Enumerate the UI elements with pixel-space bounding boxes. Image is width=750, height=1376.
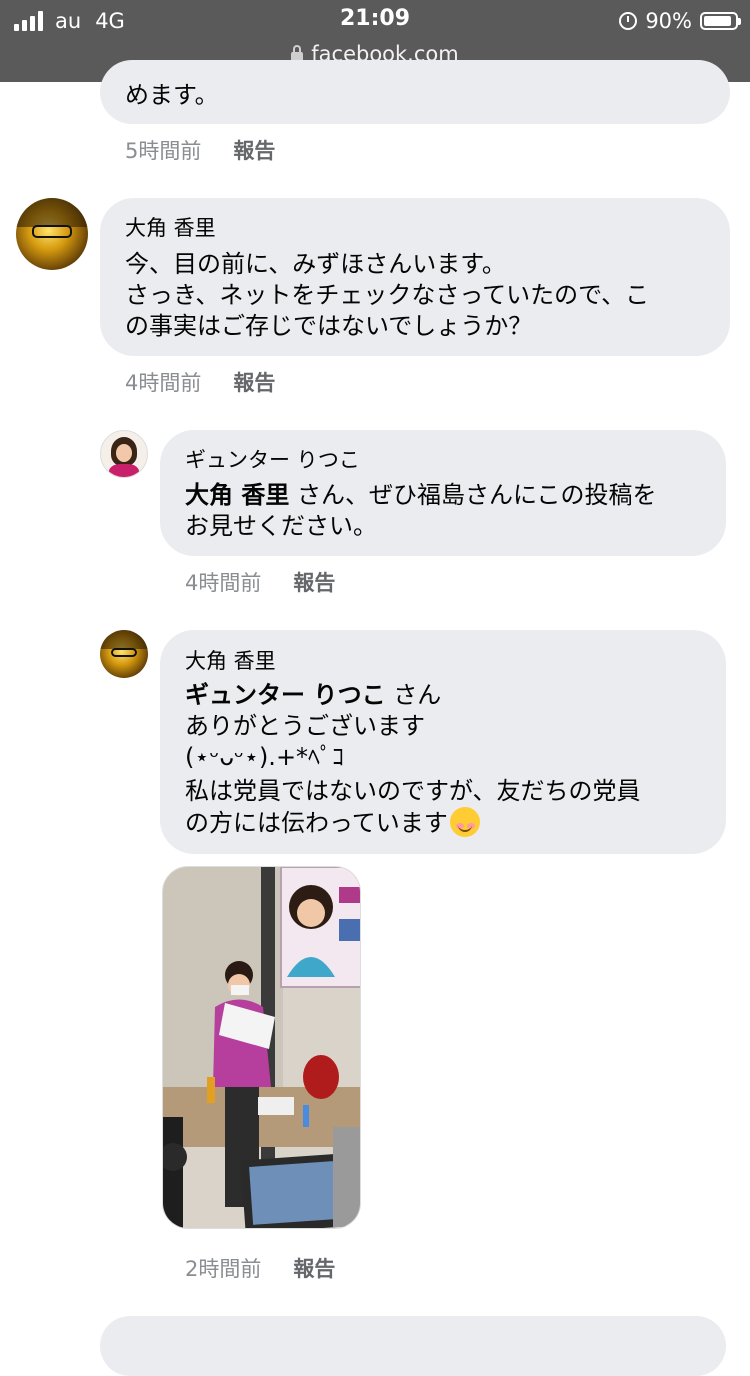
- comment-text-line: お見せください。: [185, 512, 377, 540]
- comment-text: の方には伝わっています: [185, 809, 448, 837]
- avatar[interactable]: [100, 430, 148, 478]
- comment-bubble: [100, 1316, 726, 1376]
- comment-text-line: 私は党員ではないのですが、友だちの党員: [185, 777, 641, 805]
- comment-text-line: 今、目の前に、みずほさんいます。: [125, 250, 506, 278]
- report-button[interactable]: 報告: [233, 371, 275, 395]
- comment-text-line: (⋆ᵕᴗᵕ⋆).+*ﾍﾟｺ: [185, 743, 345, 771]
- comment-photo[interactable]: [162, 866, 361, 1229]
- comment-author[interactable]: 大角 香里: [125, 212, 216, 242]
- report-button[interactable]: 報告: [233, 139, 275, 163]
- comment-time[interactable]: 4時間前: [125, 371, 201, 395]
- comment-text: めます。: [125, 81, 219, 109]
- mention-link[interactable]: ギュンター りつこ: [185, 681, 386, 709]
- comment-meta: 4時間前 報告: [185, 567, 335, 597]
- comment-time[interactable]: 2時間前: [185, 1257, 261, 1281]
- smiling-face-emoji-icon: [449, 807, 480, 837]
- mention-link[interactable]: 大角 香里: [185, 481, 289, 509]
- comment-text-line: ギュンター りつこ さん: [185, 680, 441, 711]
- report-button[interactable]: 報告: [293, 571, 335, 595]
- comment-meta: 4時間前 報告: [125, 367, 275, 397]
- status-right: 90%: [619, 8, 741, 34]
- comment-meta: 2時間前 報告: [185, 1253, 335, 1283]
- comment-meta: 5時間前 報告: [125, 135, 275, 165]
- comment-text-line: の方には伝わっています: [185, 807, 480, 839]
- battery-fill: [704, 16, 731, 26]
- comment-author[interactable]: 大角 香里: [185, 645, 276, 675]
- comment-text: さん、ぜひ福島さんにこの投稿を: [289, 481, 657, 509]
- comment-text-line: さっき、ネットをチェックなさっていたので、こ: [125, 281, 650, 309]
- report-button[interactable]: 報告: [293, 1257, 335, 1281]
- comment-author[interactable]: ギュンター りつこ: [185, 444, 360, 474]
- comment-text-line: 大角 香里 さん、ぜひ福島さんにこの投稿を: [185, 480, 657, 511]
- battery-percent: 90%: [645, 9, 692, 33]
- battery-icon: [700, 12, 741, 30]
- avatar[interactable]: [100, 630, 148, 678]
- avatar[interactable]: [16, 198, 88, 270]
- comment-text-line: の事実はご存じではないでしょうか？: [125, 312, 533, 340]
- comment-text: さん: [385, 681, 442, 709]
- comment-time[interactable]: 4時間前: [185, 571, 261, 595]
- comment-text-line: ありがとうございます: [185, 712, 425, 740]
- comment-time[interactable]: 5時間前: [125, 139, 201, 163]
- alarm-icon: [619, 12, 638, 30]
